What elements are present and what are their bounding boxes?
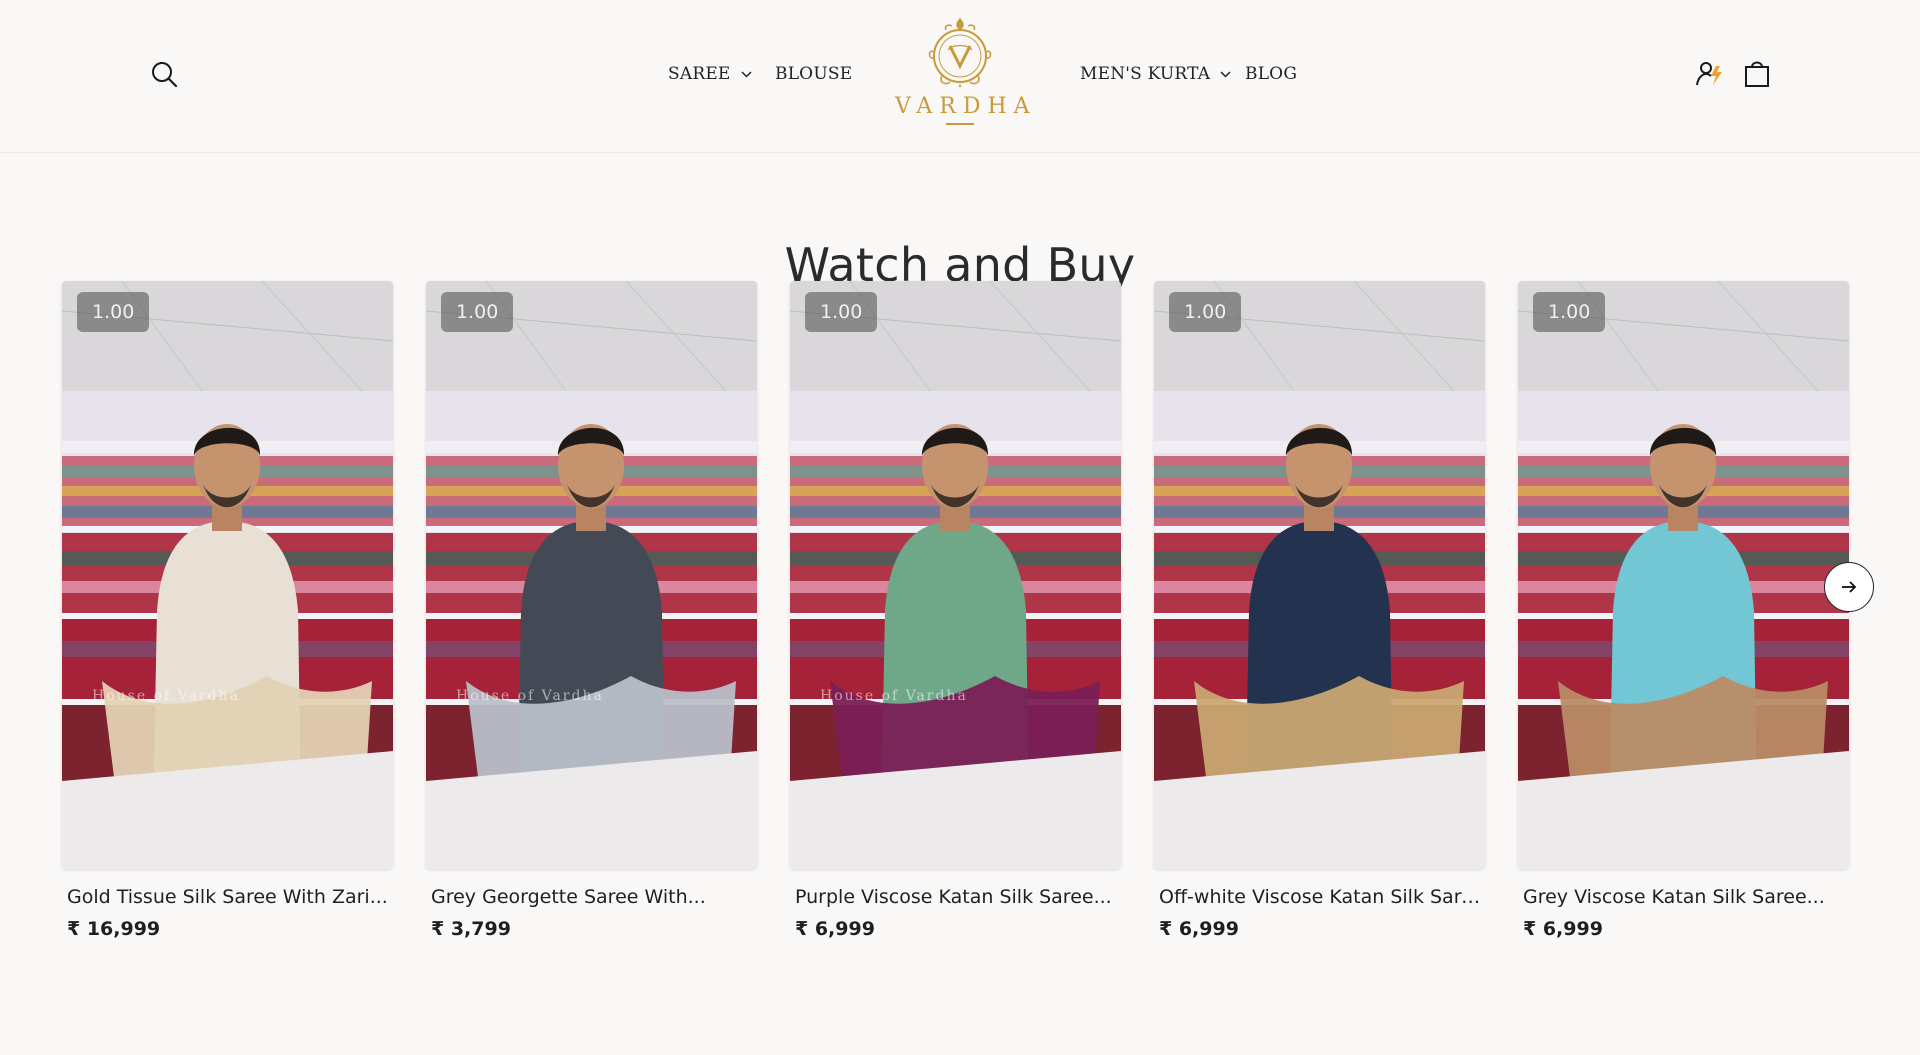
- brand-name: VARDHA: [895, 94, 1037, 119]
- video-frame: [790, 281, 1121, 869]
- product-video-card[interactable]: 1.00 Grey Viscose Katan Silk Saree... ₹ …: [1518, 281, 1849, 940]
- playback-speed-badge: 1.00: [1533, 292, 1606, 332]
- product-video-card[interactable]: 1.00 House of Vardha Gold Tissue Silk Sa…: [62, 281, 393, 940]
- product-title[interactable]: Gold Tissue Silk Saree With Zari...: [62, 886, 393, 908]
- arrow-right-icon: [1842, 581, 1857, 593]
- video-watermark: House of Vardha: [92, 688, 240, 704]
- product-title[interactable]: Grey Viscose Katan Silk Saree...: [1518, 886, 1849, 908]
- product-title[interactable]: Grey Georgette Saree With...: [426, 886, 757, 908]
- account-button[interactable]: [1694, 58, 1726, 90]
- product-video-thumbnail[interactable]: 1.00 House of Vardha: [426, 281, 757, 869]
- monogram-v-crest-icon: [928, 18, 992, 87]
- product-video-card[interactable]: 1.00 House of Vardha Purple Viscose Kata…: [790, 281, 1121, 940]
- nav-item-mens-kurta[interactable]: MEN'S KURTA: [1080, 62, 1232, 86]
- playback-speed-badge: 1.00: [77, 292, 150, 332]
- video-watermark: House of Vardha: [820, 688, 968, 704]
- chevron-down-icon: [1220, 70, 1231, 78]
- shopping-bag-icon: [1745, 61, 1769, 87]
- account-icon: [1696, 62, 1722, 86]
- nav-item-label: BLOG: [1245, 64, 1298, 84]
- video-frame: [1518, 281, 1849, 869]
- product-price: ₹ 3,799: [431, 918, 511, 940]
- playback-speed-badge: 1.00: [805, 292, 878, 332]
- nav-item-label: BLOUSE: [775, 64, 853, 84]
- video-frame: [1154, 281, 1485, 869]
- nav-item-blog[interactable]: BLOG: [1245, 62, 1297, 86]
- product-video-thumbnail[interactable]: 1.00 House of Vardha: [790, 281, 1121, 869]
- video-watermark: House of Vardha: [456, 688, 604, 704]
- playback-speed-badge: 1.00: [441, 292, 514, 332]
- nav-item-label: MEN'S KURTA: [1080, 64, 1211, 84]
- product-video-thumbnail[interactable]: 1.00 House of Vardha: [62, 281, 393, 869]
- product-price: ₹ 16,999: [67, 918, 161, 940]
- product-price: ₹ 6,999: [1159, 918, 1239, 940]
- nav-item-saree[interactable]: SAREE: [668, 62, 753, 86]
- product-title[interactable]: Off-white Viscose Katan Silk Sare...: [1154, 886, 1485, 908]
- brand-logo[interactable]: VARDHA: [888, 14, 1032, 134]
- chevron-down-icon: [741, 70, 752, 78]
- carousel-next-button[interactable]: [1824, 562, 1874, 612]
- video-frame: [62, 281, 393, 869]
- product-price: ₹ 6,999: [1523, 918, 1603, 940]
- site-header: SAREE BLOUSE VARDHA MEN'S KURTA BLOG: [0, 0, 1920, 153]
- search-icon: [152, 62, 178, 88]
- product-video-thumbnail[interactable]: 1.00: [1518, 281, 1849, 869]
- logo-underline: [946, 123, 974, 125]
- product-video-card[interactable]: 1.00 Off-white Viscose Katan Silk Sare..…: [1154, 281, 1485, 940]
- product-title[interactable]: Purple Viscose Katan Silk Saree...: [790, 886, 1121, 908]
- nav-item-blouse[interactable]: BLOUSE: [775, 62, 852, 86]
- search-button[interactable]: [148, 58, 182, 92]
- product-price: ₹ 6,999: [795, 918, 875, 940]
- cart-button[interactable]: [1741, 58, 1773, 90]
- nav-item-label: SAREE: [668, 64, 731, 84]
- video-frame: [426, 281, 757, 869]
- product-video-card[interactable]: 1.00 House of Vardha Grey Georgette Sare…: [426, 281, 757, 940]
- product-video-thumbnail[interactable]: 1.00: [1154, 281, 1485, 869]
- playback-speed-badge: 1.00: [1169, 292, 1242, 332]
